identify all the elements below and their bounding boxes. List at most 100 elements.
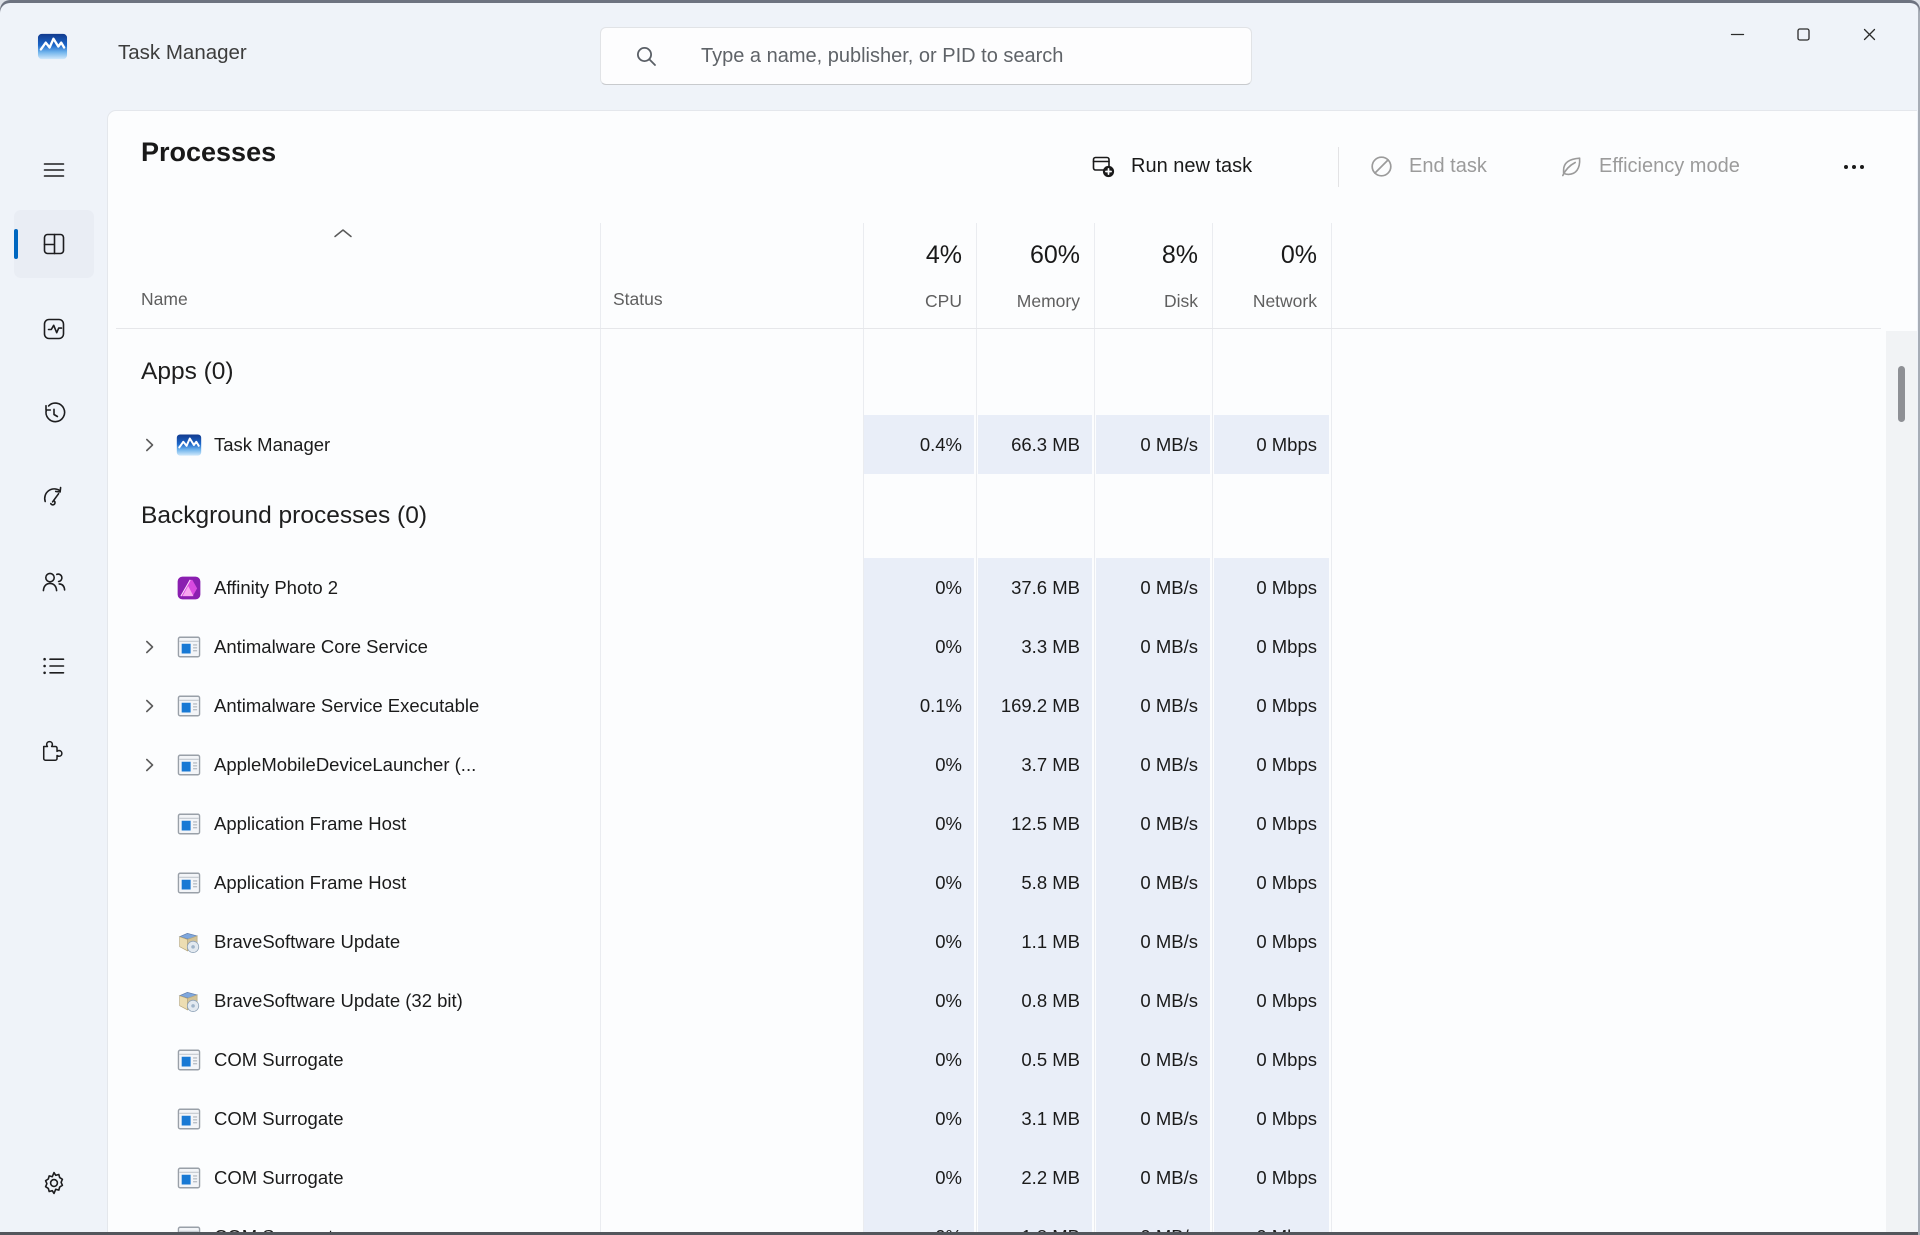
network-cell: 0 Mbps [1214,794,1329,853]
process-name: Task Manager [214,415,330,474]
process-row[interactable]: Task Manager0.4%66.3 MB0 MB/s0 Mbps [108,415,1883,474]
column-header-memory[interactable]: 60%Memory [978,111,1092,329]
column-header-status[interactable]: Status [613,289,663,310]
memory-cell: 3.7 MB [978,735,1092,794]
cpu-cell: 0% [864,1148,974,1207]
default-exe-icon [176,752,202,778]
search-box[interactable] [600,27,1252,85]
process-row[interactable]: COM Surrogate0%1.8 MB0 MB/s0 Mbps [108,1207,1883,1232]
minimize-button[interactable] [1704,8,1770,60]
end-task-button[interactable]: End task [1369,137,1487,195]
column-header-name[interactable]: Name [141,289,188,310]
process-name: Antimalware Core Service [214,617,428,676]
process-row[interactable]: BraveSoftware Update0%1.1 MB0 MB/s0 Mbps [108,912,1883,971]
maximize-button[interactable] [1770,8,1836,60]
default-exe-icon [176,1224,202,1233]
task-manager-app-icon [37,31,68,62]
sidebar-item-performance[interactable] [14,295,94,363]
sidebar-item-app-history[interactable] [14,380,94,448]
processes-panel: Processes Run new task End task Efficien… [107,110,1917,1232]
metric-total-value: 0% [1281,241,1317,270]
process-row[interactable]: Application Frame Host0%12.5 MB0 MB/s0 M… [108,794,1883,853]
network-cell: 0 Mbps [1214,1207,1329,1232]
search-input[interactable] [699,44,1239,69]
sidebar-item-settings[interactable] [14,1149,94,1217]
process-row[interactable]: COM Surrogate0%0.5 MB0 MB/s0 Mbps [108,1030,1883,1089]
memory-cell: 169.2 MB [978,676,1092,735]
sidebar-item-services[interactable] [14,718,94,786]
process-name: Antimalware Service Executable [214,676,479,735]
default-exe-icon [176,1106,202,1132]
expand-chevron-icon[interactable] [144,437,155,453]
scrollbar-thumb[interactable] [1898,366,1905,422]
metric-column-label: Memory [1017,291,1080,312]
sort-ascending-icon [332,227,354,239]
network-cell: 0 Mbps [1214,558,1329,617]
memory-cell: 1.1 MB [978,912,1092,971]
process-name: Application Frame Host [214,794,406,853]
process-row[interactable]: Antimalware Core Service0%3.3 MB0 MB/s0 … [108,617,1883,676]
process-name: Affinity Photo 2 [214,558,338,617]
expand-chevron-icon[interactable] [144,639,155,655]
details-icon [40,652,68,680]
process-row[interactable]: COM Surrogate0%3.1 MB0 MB/s0 Mbps [108,1089,1883,1148]
memory-cell: 37.6 MB [978,558,1092,617]
navigation-menu-button[interactable] [14,136,94,204]
sidebar-item-startup-apps[interactable] [14,463,94,531]
column-header-disk[interactable]: 8%Disk [1096,111,1210,329]
close-icon [1861,26,1878,43]
sidebar-item-details[interactable] [14,632,94,700]
users-icon [40,568,68,596]
cpu-cell: 0.1% [864,676,974,735]
network-cell: 0 Mbps [1214,735,1329,794]
close-button[interactable] [1836,8,1902,60]
default-exe-icon [176,1165,202,1191]
default-exe-icon [176,811,202,837]
disk-cell: 0 MB/s [1096,971,1210,1030]
default-exe-icon [176,693,202,719]
group-header[interactable]: Background processes (0) [108,474,1883,558]
process-name: AppleMobileDeviceLauncher (... [214,735,476,794]
process-row[interactable]: AppleMobileDeviceLauncher (...0%3.7 MB0 … [108,735,1883,794]
expand-chevron-icon[interactable] [144,698,155,714]
memory-cell: 12.5 MB [978,794,1092,853]
processes-icon [40,230,68,258]
process-row[interactable]: Application Frame Host0%5.8 MB0 MB/s0 Mb… [108,853,1883,912]
app-history-icon [40,400,68,428]
process-row[interactable]: Affinity Photo 20%37.6 MB0 MB/s0 Mbps [108,558,1883,617]
process-row[interactable]: COM Surrogate0%2.2 MB0 MB/s0 Mbps [108,1148,1883,1207]
column-header-cpu[interactable]: 4%CPU [864,111,974,329]
process-row[interactable]: BraveSoftware Update (32 bit)0%0.8 MB0 M… [108,971,1883,1030]
network-cell: 0 Mbps [1214,1030,1329,1089]
affinity-photo-icon [176,575,202,601]
expand-chevron-icon[interactable] [144,757,155,773]
memory-cell: 2.2 MB [978,1148,1092,1207]
memory-cell: 0.8 MB [978,971,1092,1030]
group-header[interactable]: Apps (0) [108,329,1883,415]
metric-column-label: CPU [925,291,962,312]
window-controls [1704,8,1902,60]
process-row[interactable]: Antimalware Service Executable 0.1%169.2 … [108,676,1883,735]
task-manager-window: Task Manager Processes Run new task End … [0,0,1920,1235]
memory-cell: 5.8 MB [978,853,1092,912]
network-cell: 0 Mbps [1214,912,1329,971]
more-options-button[interactable] [1826,149,1882,185]
efficiency-mode-button[interactable]: Efficiency mode [1559,137,1740,195]
cpu-cell: 0% [864,912,974,971]
process-name: BraveSoftware Update [214,912,400,971]
services-icon [40,738,68,766]
startup-apps-icon [40,483,68,511]
navigation-rail [0,110,107,1235]
disk-cell: 0 MB/s [1096,853,1210,912]
sidebar-item-users[interactable] [14,548,94,616]
memory-cell: 66.3 MB [978,415,1092,474]
metric-column-label: Disk [1164,291,1198,312]
sidebar-item-processes[interactable] [14,210,94,278]
column-header-network[interactable]: 0%Network [1214,111,1329,329]
title-bar: Task Manager [0,3,1920,110]
disk-cell: 0 MB/s [1096,794,1210,853]
network-cell: 0 Mbps [1214,971,1329,1030]
vertical-scrollbar[interactable] [1886,331,1917,1232]
cpu-cell: 0% [864,1030,974,1089]
process-name: COM Surrogate [214,1207,344,1232]
